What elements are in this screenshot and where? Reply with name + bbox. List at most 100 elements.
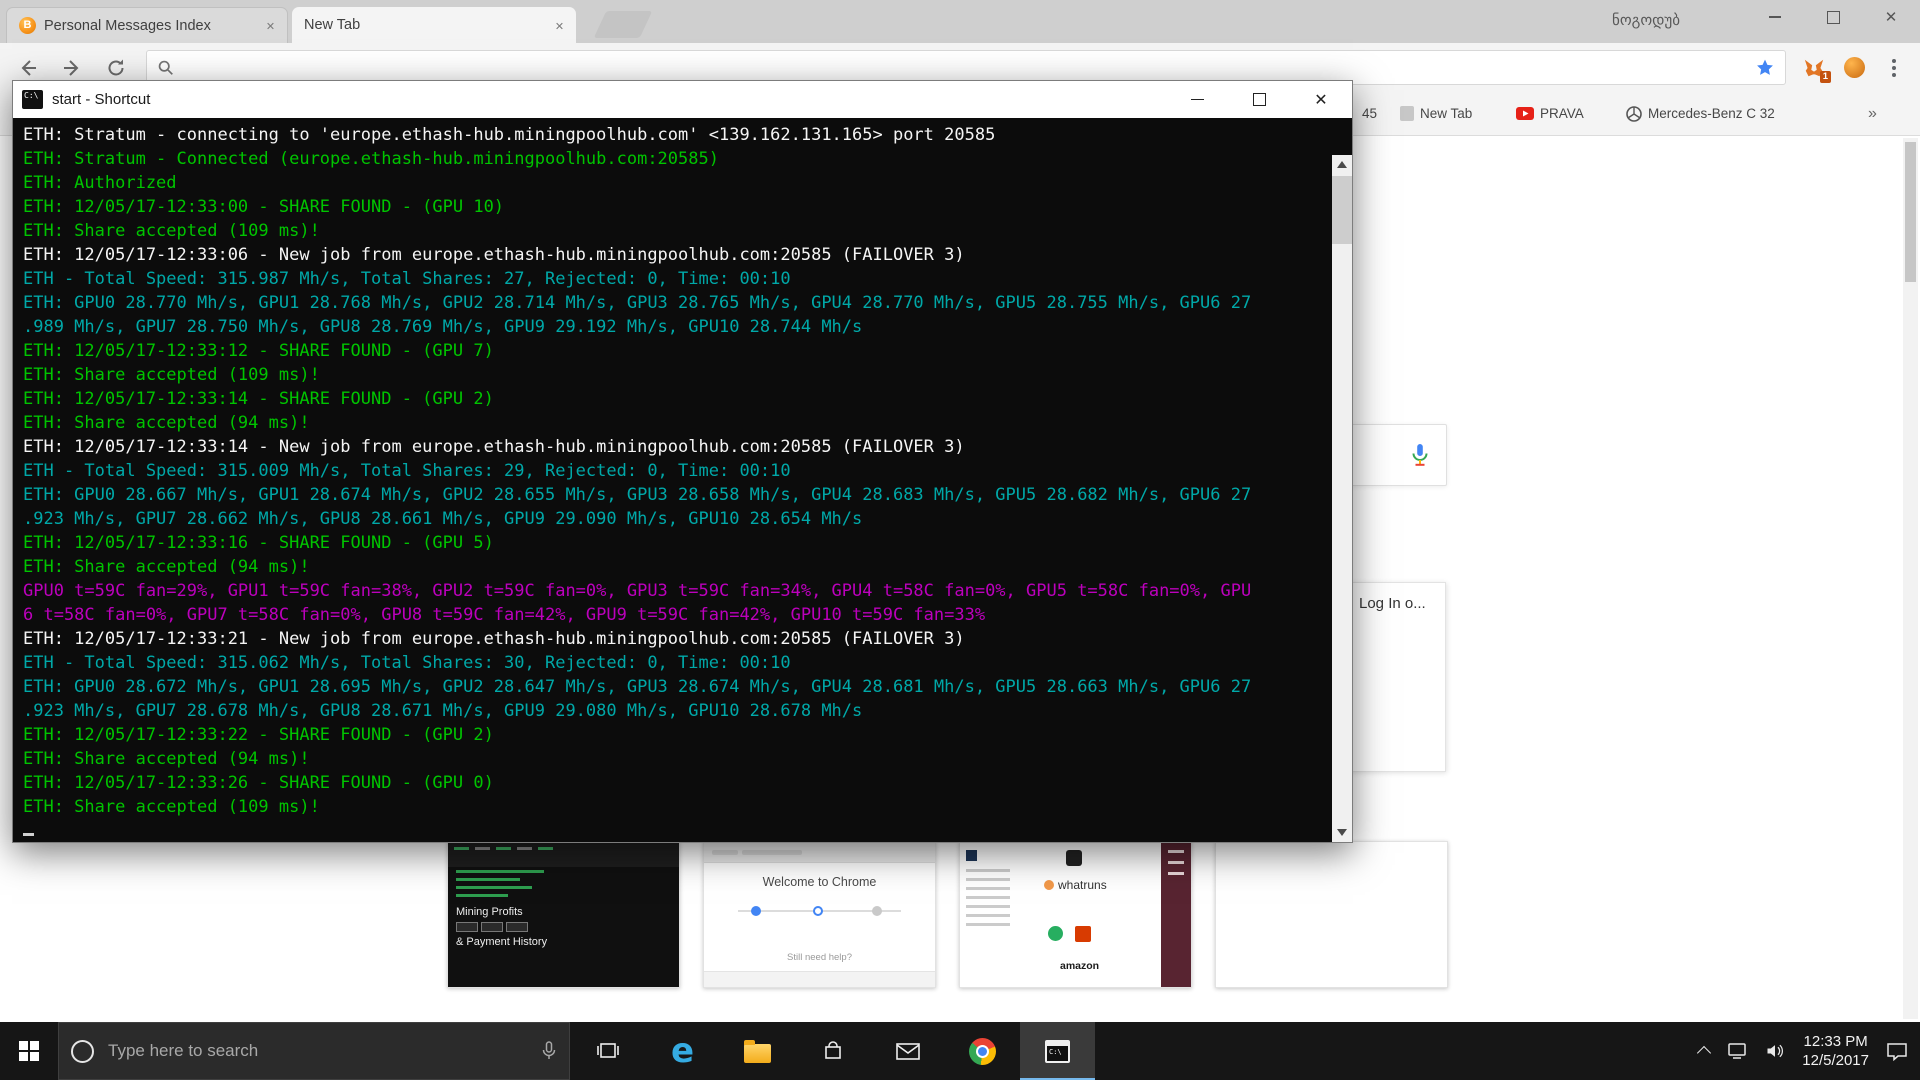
store-button[interactable] (795, 1022, 870, 1080)
profile-name-button[interactable]: ნოგოდუბ (1612, 11, 1680, 29)
bookmark-new-tab[interactable]: New Tab (1400, 92, 1472, 135)
thumbnail-logo-square (966, 850, 977, 861)
thumbnail-browser-bar (704, 842, 935, 863)
tab-personal-messages[interactable]: Personal Messages Index (6, 7, 288, 43)
console-maximize-button[interactable] (1228, 81, 1290, 118)
tab-new-tab[interactable]: New Tab (292, 7, 576, 43)
action-center-icon[interactable] (1886, 1042, 1908, 1061)
tab-strip: Personal Messages Index New Tab ნოგოდუბ (0, 0, 1920, 43)
console-line: ETH: Stratum - Connected (europe.ethash-… (23, 147, 1328, 171)
tile-empty[interactable] (1215, 841, 1448, 988)
console-line: .989 Mh/s, GPU7 28.750 Mh/s, GPU8 28.769… (23, 315, 1328, 339)
bookmark-star-icon[interactable] (1755, 58, 1775, 78)
browser-window-controls (1746, 0, 1920, 34)
console-line: ETH: Share accepted (94 ms)! (23, 555, 1328, 579)
tile-text: & Payment History (456, 936, 547, 948)
tile-text: Welcome to Chrome (704, 875, 935, 889)
extension-button[interactable] (1834, 48, 1874, 88)
taskbar-search-box[interactable] (58, 1022, 570, 1080)
most-visited-tiles: Mining Profits & Payment History Welcome… (447, 841, 1448, 988)
edge-button[interactable] (645, 1022, 720, 1080)
console-line: ETH: Share accepted (94 ms)! (23, 411, 1328, 435)
mercedes-icon (1626, 106, 1642, 122)
close-icon (1885, 8, 1898, 27)
network-icon[interactable] (1726, 1042, 1748, 1060)
metamask-extension-button[interactable]: 1 (1794, 48, 1834, 88)
whatruns-logo-icon (1044, 880, 1054, 890)
scrollbar-thumb[interactable] (1332, 176, 1352, 244)
taskbar-clock[interactable]: 12:33 PM 12/5/2017 (1802, 1032, 1869, 1070)
page-icon (1400, 106, 1414, 121)
tile-whatruns[interactable]: whatruns amazon (959, 841, 1192, 988)
chrome-icon (969, 1038, 996, 1065)
chrome-button[interactable] (945, 1022, 1020, 1080)
volume-icon[interactable] (1765, 1042, 1785, 1060)
login-suggestion-card[interactable]: Log In o... (1348, 582, 1446, 772)
scrollbar-thumb[interactable] (1905, 142, 1916, 282)
address-bar[interactable] (182, 58, 1747, 77)
taskbar-search-input[interactable] (106, 1040, 529, 1062)
system-tray: 12:33 PM 12/5/2017 (1699, 1022, 1920, 1080)
bookmark-prava[interactable]: PRAVA (1516, 92, 1584, 135)
tab-close-icon[interactable] (551, 17, 568, 34)
console-line: ETH: GPU0 28.672 Mh/s, GPU1 28.695 Mh/s,… (23, 675, 1328, 699)
console-line: ETH - Total Speed: 315.987 Mh/s, Total S… (23, 267, 1328, 291)
console-title-bar[interactable]: start - Shortcut (13, 81, 1352, 118)
tile-text: whatruns (1044, 878, 1107, 892)
console-line: 6 t=58C fan=0%, GPU7 t=58C fan=0%, GPU8 … (23, 603, 1328, 627)
bitcoin-favicon (19, 17, 36, 34)
thumbnail-buttons (456, 922, 528, 932)
kebab-menu-icon (1892, 59, 1896, 77)
orange-circle-icon (1844, 57, 1865, 78)
page-scrollbar[interactable] (1903, 138, 1918, 1019)
minimize-icon (1769, 16, 1781, 18)
command-prompt-button[interactable] (1020, 1022, 1095, 1080)
chevron-right-icon: » (1868, 105, 1877, 123)
browser-close-button[interactable] (1862, 0, 1920, 34)
tile-welcome-chrome[interactable]: Welcome to Chrome Still need help? (703, 841, 936, 988)
console-minimize-button[interactable] (1166, 81, 1228, 118)
bookmark-clipped[interactable]: 45 (1362, 92, 1377, 135)
browser-minimize-button[interactable] (1746, 0, 1804, 34)
bookmark-mercedes[interactable]: Mercedes-Benz C 32 (1626, 92, 1775, 135)
login-card-text: Log In o... (1359, 595, 1426, 612)
voice-search-mic-icon[interactable] (1408, 442, 1432, 468)
console-output: ETH: Stratum - connecting to 'europe.eth… (23, 123, 1328, 819)
store-bag-icon (822, 1040, 844, 1062)
file-explorer-button[interactable] (720, 1022, 795, 1080)
youtube-icon (1516, 107, 1534, 120)
cmd-window-icon (22, 90, 43, 109)
start-button[interactable] (0, 1022, 58, 1080)
console-close-button[interactable] (1290, 81, 1352, 118)
tile-text: Mining Profits (456, 906, 523, 918)
console-line: ETH: Stratum - connecting to 'europe.eth… (23, 123, 1328, 147)
task-view-button[interactable] (570, 1022, 645, 1080)
bookmark-label: Mercedes-Benz C 32 (1648, 106, 1775, 121)
triangle-down-icon (1337, 829, 1347, 841)
thumbnail-nav-bar (448, 842, 679, 867)
tab-title: Personal Messages Index (44, 18, 254, 34)
new-tab-button[interactable] (594, 11, 653, 38)
console-line: ETH - Total Speed: 315.062 Mh/s, Total S… (23, 651, 1328, 675)
taskbar-mic-icon[interactable] (541, 1041, 557, 1061)
browser-maximize-button[interactable] (1804, 0, 1862, 34)
bookmark-label: 45 (1362, 106, 1377, 121)
console-line: ETH: 12/05/17-12:33:06 - New job from eu… (23, 243, 1328, 267)
console-line: .923 Mh/s, GPU7 28.662 Mh/s, GPU8 28.661… (23, 507, 1328, 531)
search-icon (157, 59, 174, 76)
bookmarks-overflow-button[interactable]: » (1868, 92, 1877, 135)
mail-button[interactable] (870, 1022, 945, 1080)
scroll-down-button[interactable] (1332, 823, 1352, 842)
scroll-up-button[interactable] (1332, 155, 1352, 174)
tab-close-icon[interactable] (262, 17, 279, 34)
console-scrollbar[interactable] (1332, 155, 1352, 842)
thumbnail-stepper (738, 905, 901, 917)
console-line: ETH: 12/05/17-12:33:21 - New job from eu… (23, 627, 1328, 651)
console-line: ETH: 12/05/17-12:33:00 - SHARE FOUND - (… (23, 195, 1328, 219)
tile-mining-pool[interactable]: Mining Profits & Payment History (447, 841, 680, 988)
tray-chevron-up-icon[interactable] (1697, 1046, 1711, 1060)
browser-menu-button[interactable] (1874, 48, 1914, 88)
folder-icon (744, 1044, 771, 1063)
maximize-icon (1827, 11, 1840, 24)
desktop-screen: Personal Messages Index New Tab ნოგოდუბ (0, 0, 1920, 1080)
